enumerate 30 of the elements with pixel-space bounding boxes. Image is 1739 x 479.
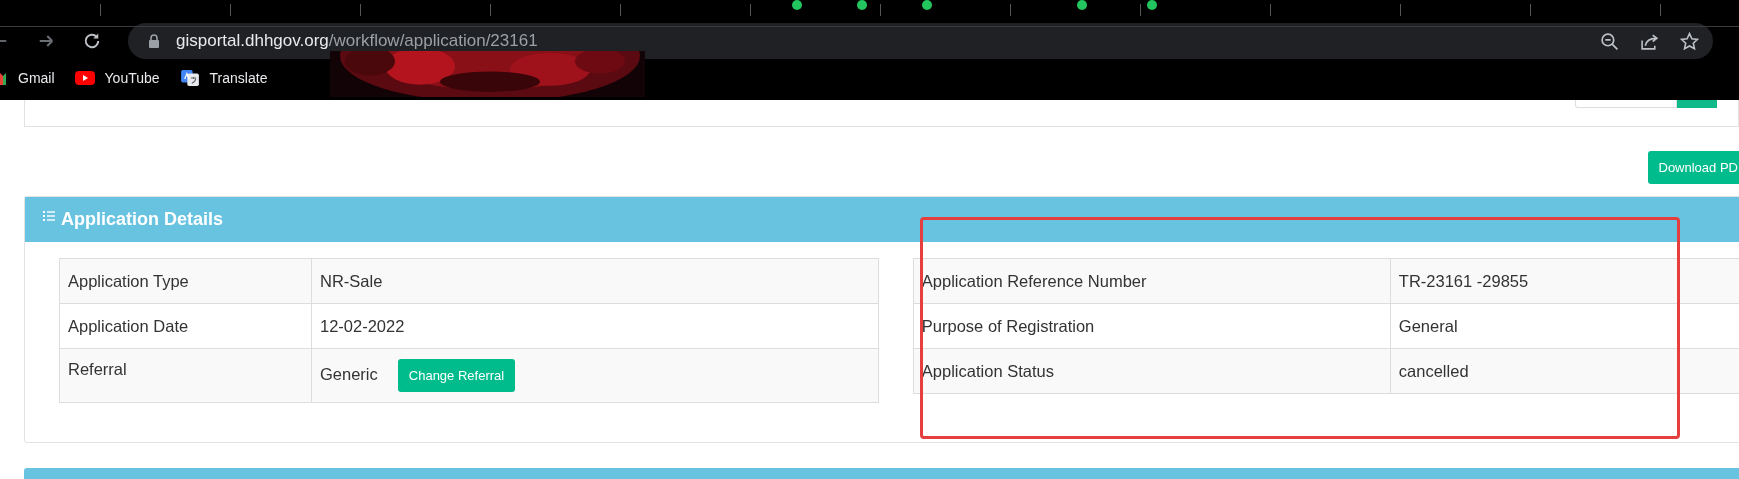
table-cell: TR-23161 -29855: [1390, 258, 1739, 304]
tab-favicon-icon[interactable]: [1075, 0, 1089, 10]
address-bar[interactable]: gisportal.dhhgov.org/workflow/application/23161: [128, 23, 1713, 59]
table-cell: Purpose of Registration: [913, 303, 1391, 349]
zoom-out-icon[interactable]: [1600, 31, 1619, 51]
tab-favicon-icon[interactable]: [855, 0, 869, 10]
table-cell: Application Type: [59, 258, 312, 304]
card-title: Application Details: [61, 209, 224, 230]
table-cell: cancelled: [1390, 348, 1739, 394]
table-cell: Application Date: [59, 303, 312, 349]
star-icon[interactable]: [1680, 31, 1699, 51]
table-cell: Referral: [59, 348, 312, 403]
mail-icon: [0, 70, 6, 86]
cut-off-field[interactable]: [1575, 100, 1677, 108]
table-cell-value: Generic: [320, 364, 378, 383]
bookmark-link[interactable]: Gmail: [18, 70, 55, 86]
table-cell: Application Status: [913, 348, 1391, 394]
bookmark-link[interactable]: Translate: [209, 70, 268, 86]
table-cell-value: NR-Sale: [320, 271, 383, 290]
translate-icon: [179, 70, 200, 86]
play-icon: [74, 70, 95, 86]
tab-favicon-icon[interactable]: [790, 0, 804, 10]
table-cell-value: 12-02-2022: [320, 316, 405, 335]
lock-icon: [148, 34, 160, 48]
reload-icon[interactable]: [82, 31, 102, 51]
tab-favicon-icon[interactable]: [920, 0, 934, 10]
tab-favicon-icon[interactable]: [1145, 0, 1159, 10]
bookmark-link[interactable]: YouTube: [104, 70, 160, 86]
list-icon: [43, 210, 55, 221]
table-cell: Application Reference Number: [913, 258, 1391, 304]
